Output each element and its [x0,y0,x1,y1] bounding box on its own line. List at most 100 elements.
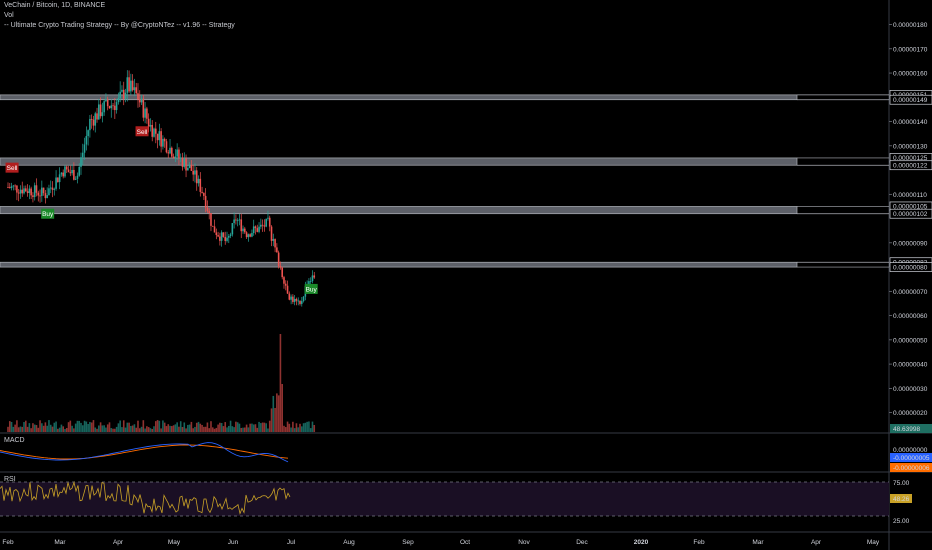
volume-bar [110,428,113,432]
volume-bar [153,426,155,432]
candle-body [183,158,186,167]
candle-body [229,234,232,237]
candle-body [124,92,127,99]
sr-zone [0,206,798,215]
candle-body [87,130,89,137]
x-tick-label: May [168,539,181,546]
candle-body [292,296,294,302]
candle-body [12,185,15,187]
candle-body [258,226,260,232]
volume-bar [293,428,296,432]
svg-text:0.00000149: 0.00000149 [893,97,928,104]
candle-body [210,213,212,226]
volume-bar [272,395,275,432]
trading-chart[interactable]: Sell Buy Sell Buy 0.00000180 0.00000170 0.000… [0,0,932,550]
volume-bar [96,428,98,432]
x-tick-label: Feb [693,539,705,546]
candle-body [46,195,48,199]
volume-bar [37,427,40,432]
volume-bar [28,423,31,432]
volume-bar [19,426,22,432]
y-tick-label: 0.00000170 [893,46,928,53]
volume-bar [265,423,267,432]
signal-sell-marker: Sell [135,126,149,137]
candle-body [267,217,269,219]
volume-bar [115,426,118,432]
candle-body [265,218,267,227]
candle-body [171,147,173,157]
volume-bar [256,427,259,432]
volume-bar [187,424,189,432]
x-tick-label: Feb [2,539,14,546]
volume-bar [112,428,114,432]
candle-body [78,166,81,176]
volume-bar [67,422,70,432]
volume-bar [156,420,159,432]
volume-bar [87,424,89,432]
volume-bar [286,421,289,432]
candle-body [92,119,95,126]
candle-body [201,191,203,193]
volume-bar [240,427,243,432]
svg-text:0.00000122: 0.00000122 [893,163,928,170]
last-price-tag: 48.63998 [890,424,932,433]
candle-body [106,99,109,107]
volume-bar [290,427,292,432]
candle-body [30,188,32,196]
volume-bar [14,424,16,432]
candle-body [172,156,175,158]
y-tick-label: 0.00000160 [893,71,928,78]
volume-bar [8,421,11,432]
volume-bar [208,428,211,432]
volume-bar [60,424,63,432]
candle-body [260,224,262,227]
candle-body [151,124,154,137]
volume-bar [46,425,48,432]
candle-body [65,166,68,170]
volume-bar [94,427,97,432]
candle-body [208,211,211,214]
candle-body [311,275,314,282]
y-tick-label: 0.00000130 [893,143,928,150]
volume-bar [149,428,152,432]
volume-bar [16,420,18,432]
candle-body [44,193,47,199]
volume-bar [74,423,77,432]
candle-body [233,219,235,224]
candle-body [244,228,246,233]
candle-body [167,152,170,154]
candle-body [163,138,166,142]
x-tick-label: Jun [228,539,239,546]
candle-body [149,124,152,127]
candle-body [299,300,301,304]
volume-bar [311,421,314,432]
candle-body [160,131,162,147]
volume-bar [138,428,141,432]
volume-bar [178,426,180,432]
candle-body [74,178,77,180]
volume-bar [78,420,81,432]
volume-bar [124,427,127,432]
candle-body [37,192,40,196]
volume-bar [171,426,173,432]
candle-body [245,232,248,238]
y-tick-label: 0.00000020 [893,410,928,417]
volume-bar [32,423,34,432]
x-tick-label: Apr [811,539,822,546]
volume-bar [135,427,137,432]
volume-bar [144,428,146,432]
volume-bar [292,421,294,432]
price-tag: 0.00000122 [889,160,932,171]
candle-body [119,91,121,98]
volume-bar [160,428,162,432]
candle-body [64,166,66,177]
volume-bar [215,427,218,432]
y-tick-label: 0.00000060 [893,313,928,320]
volume-bar [23,422,25,432]
candle-body [94,113,97,126]
candle-body [53,188,56,190]
candle-body [300,301,303,304]
volume-bar [179,421,182,432]
svg-text:-0.00000006: -0.00000006 [893,465,930,472]
candle-body [158,131,161,141]
